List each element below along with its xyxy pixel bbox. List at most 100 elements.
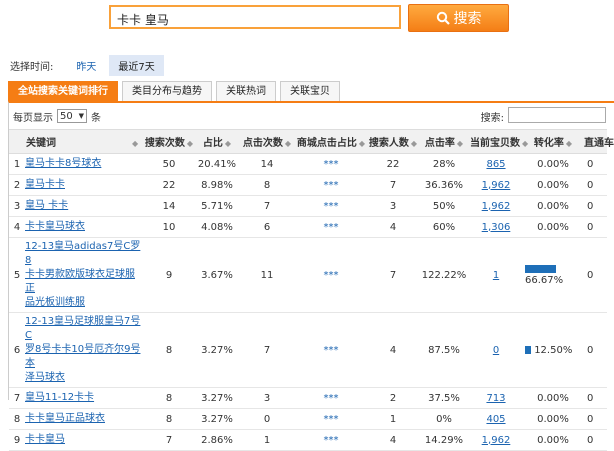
time-option-yesterday[interactable]: 昨天 (67, 55, 105, 76)
mall-click-share-cell: *** (295, 216, 367, 238)
row-index-text: 1 (13, 158, 21, 170)
keyword-link[interactable]: 卡卡皇马正品球衣 (25, 413, 105, 424)
ctr-cell-text: 0% (436, 413, 452, 425)
conversion-cell: 0.00% (523, 195, 583, 217)
keyword-cell: 12-13皇马adidas7号C罗8 卡卡男款欧版球衣足球服正 品光板训练服 (25, 237, 143, 313)
column-conversion[interactable]: 转化率 ◆ (523, 129, 583, 154)
items-cell: 405 (469, 408, 523, 430)
keyword-link[interactable]: 卡卡皇马 (25, 434, 65, 445)
sort-icon: ◆ (358, 139, 366, 148)
items-cell: 865 (469, 153, 523, 175)
column-items[interactable]: 当前宝贝数 ◆ (469, 129, 528, 154)
conversion-cell: 12.50% (523, 312, 583, 388)
ztc-cell: 0 (583, 429, 607, 451)
pager-prefix: 每页显示 (13, 112, 53, 124)
users-cell-text: 3 (389, 200, 397, 212)
items-cell: 1,962 (469, 429, 523, 451)
column-users[interactable]: 搜索人数 ◆ (367, 129, 419, 154)
share-cell: 3.67% (195, 237, 239, 313)
tab-related-words[interactable]: 关联热词 (216, 81, 276, 101)
mall-click-share-text: *** (323, 221, 339, 233)
searches-cell: 50 (143, 153, 195, 175)
items-link[interactable]: 1,962 (482, 201, 511, 212)
conversion-text: 0.00% (537, 158, 569, 170)
searches-cell: 8 (143, 408, 195, 430)
row-index-text: 6 (13, 344, 21, 356)
conversion-cell: 0.00% (523, 429, 583, 451)
searches-cell: 7 (143, 429, 195, 451)
users-cell: 3 (367, 195, 419, 217)
ctr-cell: 50% (419, 195, 469, 217)
column-share[interactable]: 占比 ◆ (195, 129, 239, 154)
items-link[interactable]: 405 (486, 414, 505, 425)
keyword-line: 12-13皇马adidas7号C罗8 (25, 241, 141, 266)
column-keyword[interactable]: 关键词 ◆ (25, 129, 143, 154)
ztc-text: 0 (587, 344, 594, 356)
items-cell: 1 (469, 237, 523, 313)
items-link[interactable]: 865 (486, 159, 505, 170)
items-link[interactable]: 0 (493, 345, 499, 356)
keyword-link[interactable]: 皇马卡卡8号球衣 (25, 158, 101, 169)
mall-click-share-cell: *** (295, 195, 367, 217)
items-link[interactable]: 1 (493, 270, 499, 281)
ztc-text: 0 (587, 200, 594, 212)
search-input[interactable]: 卡卡 皇马 (109, 5, 401, 29)
column-mall-click-share[interactable]: 商城点击占比 ◆ (295, 129, 367, 154)
items-link[interactable]: 1,306 (482, 222, 511, 233)
keyword-link[interactable]: 卡卡皇马球衣 (25, 221, 85, 232)
column-searches[interactable]: 搜索次数 ◆ (143, 129, 195, 154)
filter-input[interactable] (508, 107, 606, 123)
users-cell-text: 7 (389, 179, 397, 191)
searches-cell-text: 8 (165, 344, 173, 356)
ctr-cell-text: 50% (432, 200, 456, 212)
items-link[interactable]: 713 (486, 393, 505, 404)
row-index-text: 5 (13, 269, 21, 281)
keyword-link[interactable]: 皇马 卡卡 (25, 200, 68, 211)
conversion-text: 0.00% (537, 413, 569, 425)
keyword-cell: 皇马 卡卡 (25, 195, 143, 217)
clicks-cell: 6 (239, 216, 295, 238)
share-cell: 2.86% (195, 429, 239, 451)
page-size-select[interactable]: 50 ▼ (57, 109, 87, 123)
keyword-cell: 卡卡皇马球衣 (25, 216, 143, 238)
clicks-cell: 7 (239, 312, 295, 388)
table-header: 关键词 ◆ 搜索次数 ◆ 占比 ◆ 点击次数 ◆ 商城点击占比 ◆ 搜索人数 ◆ 点击率 ◆ … (9, 129, 614, 154)
keyword-link[interactable]: 皇马11-12卡卡 (25, 392, 94, 403)
ztc-text: 0 (587, 221, 594, 233)
tab-related-items[interactable]: 关联宝贝 (280, 81, 340, 101)
clicks-cell: 14 (239, 153, 295, 175)
clicks-cell: 3 (239, 387, 295, 409)
ztc-text: 0 (587, 413, 594, 425)
clicks-cell: 1 (239, 429, 295, 451)
items-cell: 1,962 (469, 195, 523, 217)
keyword-line: 卡卡皇马 (25, 434, 65, 445)
search-button[interactable]: 搜索 (408, 4, 509, 32)
row-index: 3 (9, 195, 25, 217)
ztc-text: 0 (587, 158, 594, 170)
tab-category-trend[interactable]: 类目分布与趋势 (122, 81, 212, 101)
column-clicks[interactable]: 点击次数 ◆ (239, 129, 295, 154)
share-cell-text: 3.27% (201, 392, 233, 404)
clicks-cell: 11 (239, 237, 295, 313)
share-cell-text: 3.27% (201, 344, 233, 356)
mall-click-share-cell: *** (295, 174, 367, 196)
items-cell: 713 (469, 387, 523, 409)
keyword-link[interactable]: 12-13皇马adidas7号C罗8 卡卡男款欧版球衣足球服正 品光板训练服 (25, 241, 140, 308)
searches-cell-text: 8 (165, 413, 173, 425)
keyword-cell: 皇马卡卡8号球衣 (25, 153, 143, 175)
ztc-cell: 0 (583, 153, 607, 175)
keyword-link[interactable]: 皇马卡卡 (25, 179, 65, 190)
ztc-cell: 0 (583, 195, 607, 217)
column-ctr[interactable]: 点击率 ◆ (419, 129, 469, 154)
mall-click-share-cell: *** (295, 237, 367, 313)
sort-icon: ◆ (284, 139, 292, 148)
tab-keyword-ranking[interactable]: 全站搜索关键词排行 (8, 81, 118, 101)
keyword-cell: 卡卡皇马 (25, 429, 143, 451)
clicks-cell-text: 3 (263, 392, 271, 404)
column-ztc[interactable]: 直通车 (583, 129, 614, 154)
keyword-link[interactable]: 12-13皇马足球服皇马7号C 罗8号卡卡10号厄齐尔9号本 泽马球衣 (25, 316, 140, 383)
mall-click-share-text: *** (323, 413, 339, 425)
items-link[interactable]: 1,962 (482, 435, 511, 446)
items-link[interactable]: 1,962 (482, 180, 511, 191)
time-option-last-7-days[interactable]: 最近7天 (109, 55, 164, 76)
